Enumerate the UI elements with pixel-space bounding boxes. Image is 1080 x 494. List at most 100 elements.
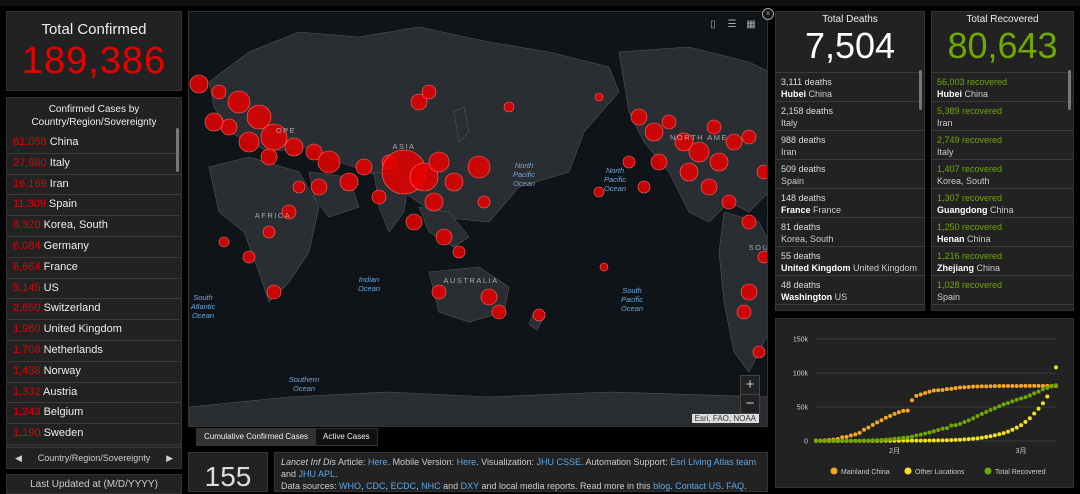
case-marker[interactable] — [428, 151, 450, 173]
case-marker[interactable] — [725, 133, 743, 151]
info-link[interactable]: Contact US — [675, 481, 721, 491]
list-item[interactable]: 81 deaths Korea, South — [776, 218, 924, 247]
case-marker[interactable] — [424, 192, 444, 212]
case-marker[interactable] — [211, 84, 227, 100]
case-marker[interactable] — [679, 162, 699, 182]
case-marker[interactable] — [339, 172, 359, 192]
case-marker[interactable] — [227, 90, 251, 114]
case-marker[interactable] — [756, 164, 768, 180]
list-item[interactable]: 1,243 Belgium — [7, 403, 181, 425]
list-item[interactable]: 1,216 recovered Zhejiang China — [932, 247, 1073, 276]
case-marker[interactable] — [491, 304, 507, 320]
list-item[interactable]: 6,664 France — [7, 258, 181, 279]
info-link[interactable]: JHU APL — [299, 469, 336, 479]
case-marker[interactable] — [238, 131, 260, 153]
list-item[interactable]: 1,014 recovered — [932, 305, 1073, 310]
case-marker[interactable] — [644, 122, 664, 142]
case-marker[interactable] — [630, 108, 648, 126]
info-link[interactable]: Here — [368, 457, 388, 467]
chevron-right-icon[interactable]: ▶ — [166, 453, 173, 464]
case-marker[interactable] — [266, 284, 282, 300]
close-icon[interactable]: × — [762, 8, 774, 20]
case-marker[interactable] — [452, 245, 466, 259]
case-marker[interactable] — [503, 101, 515, 113]
list-item[interactable]: 1,708 Netherlands — [7, 341, 181, 362]
list-item[interactable]: 2,749 recovered Italy — [932, 131, 1073, 160]
list-item[interactable]: 8,084 Germany — [7, 237, 181, 258]
case-marker[interactable] — [204, 112, 224, 132]
recovered-list-scrollbar[interactable] — [1068, 70, 1071, 110]
case-marker[interactable] — [218, 236, 230, 248]
info-link[interactable]: CDC — [366, 481, 386, 491]
list-item[interactable]: 55 deaths United Kingdom United Kingdom — [776, 247, 924, 276]
list-item[interactable]: 1,407 recovered Korea, South — [932, 160, 1073, 189]
list-item[interactable]: 48 deaths Washington US — [776, 276, 924, 305]
info-link[interactable]: ECDC — [391, 481, 417, 491]
case-marker[interactable] — [405, 213, 423, 231]
case-marker[interactable] — [260, 148, 278, 166]
list-icon[interactable]: ☰ — [724, 18, 740, 32]
list-item[interactable]: 11,309 Spain — [7, 195, 181, 217]
list-item[interactable]: 1,438 Norway — [7, 362, 181, 383]
case-marker[interactable] — [310, 178, 328, 196]
list-item[interactable]: 27,980 Italy — [7, 154, 181, 175]
info-link[interactable]: WHO — [339, 481, 361, 491]
list-item[interactable]: 43 deaths — [776, 305, 924, 310]
list-item[interactable]: 1,307 recovered Guangdong China — [932, 189, 1073, 218]
world-map[interactable]: North Pacific Ocean North Pacific Ocean Sout… — [189, 12, 768, 427]
list-item[interactable]: 1,250 recovered Henan China — [932, 218, 1073, 247]
info-link[interactable]: DXY — [461, 481, 479, 491]
tab-cumulative-confirmed[interactable]: Cumulative Confirmed Cases — [196, 428, 317, 446]
case-marker[interactable] — [355, 158, 373, 176]
case-marker[interactable] — [593, 186, 605, 198]
case-marker[interactable] — [532, 308, 546, 322]
info-link[interactable]: Here — [457, 457, 477, 467]
list-item[interactable]: 2,158 deaths Italy — [776, 102, 924, 131]
case-marker[interactable] — [752, 345, 766, 359]
case-marker[interactable] — [292, 180, 306, 194]
case-marker[interactable] — [371, 189, 387, 205]
tab-active-cases[interactable]: Active Cases — [315, 428, 378, 446]
case-marker[interactable] — [189, 74, 209, 94]
case-marker[interactable] — [480, 288, 498, 306]
list-item[interactable]: 16,169 Iran — [7, 175, 181, 196]
list-item[interactable]: 1,332 Austria — [7, 383, 181, 404]
list-item[interactable]: 56,003 recovered Hubei China — [932, 73, 1073, 102]
info-link[interactable]: blog — [653, 481, 670, 491]
case-marker[interactable] — [706, 119, 722, 135]
case-marker[interactable] — [721, 194, 737, 210]
list-item[interactable]: 509 deaths Spain — [776, 160, 924, 189]
case-marker[interactable] — [444, 172, 464, 192]
basemap-grid-icon[interactable]: ▦ — [743, 18, 759, 32]
zoom-in-button[interactable]: + — [740, 375, 760, 395]
case-marker[interactable] — [740, 283, 758, 301]
chevron-left-icon[interactable]: ◀ — [15, 453, 22, 464]
list-item[interactable]: 148 deaths France France — [776, 189, 924, 218]
bookmark-icon[interactable]: ▯ — [705, 18, 721, 32]
map-panel[interactable]: North Pacific Ocean North Pacific Ocean Sout… — [188, 11, 768, 427]
case-marker[interactable] — [661, 114, 677, 130]
list-item[interactable]: 5,145 US — [7, 279, 181, 300]
list-item[interactable]: 3,111 deaths Hubei China — [776, 73, 924, 102]
info-link[interactable]: FAQ — [726, 481, 744, 491]
case-marker[interactable] — [741, 129, 757, 145]
case-marker[interactable] — [220, 118, 238, 136]
case-marker[interactable] — [650, 153, 668, 171]
list-item[interactable]: 2,650 Switzerland — [7, 299, 181, 321]
info-link[interactable]: NHC — [421, 481, 441, 491]
zoom-out-button[interactable]: − — [740, 394, 760, 414]
case-marker[interactable] — [242, 250, 256, 264]
case-marker[interactable] — [431, 284, 447, 300]
case-marker[interactable] — [246, 104, 272, 130]
case-marker[interactable] — [736, 304, 752, 320]
list-item[interactable]: 81,058 China — [7, 133, 181, 154]
info-link[interactable]: JHU CSSE — [537, 457, 582, 467]
case-marker[interactable] — [622, 155, 636, 169]
case-marker[interactable] — [599, 262, 609, 272]
list-item[interactable]: 1,960 United Kingdom — [7, 320, 181, 341]
list-item[interactable]: 5,389 recovered Iran — [932, 102, 1073, 131]
case-marker[interactable] — [467, 155, 491, 179]
list-item[interactable]: 1,028 recovered Spain — [932, 276, 1073, 305]
case-marker[interactable] — [700, 178, 718, 196]
list-item[interactable]: 988 deaths Iran — [776, 131, 924, 160]
